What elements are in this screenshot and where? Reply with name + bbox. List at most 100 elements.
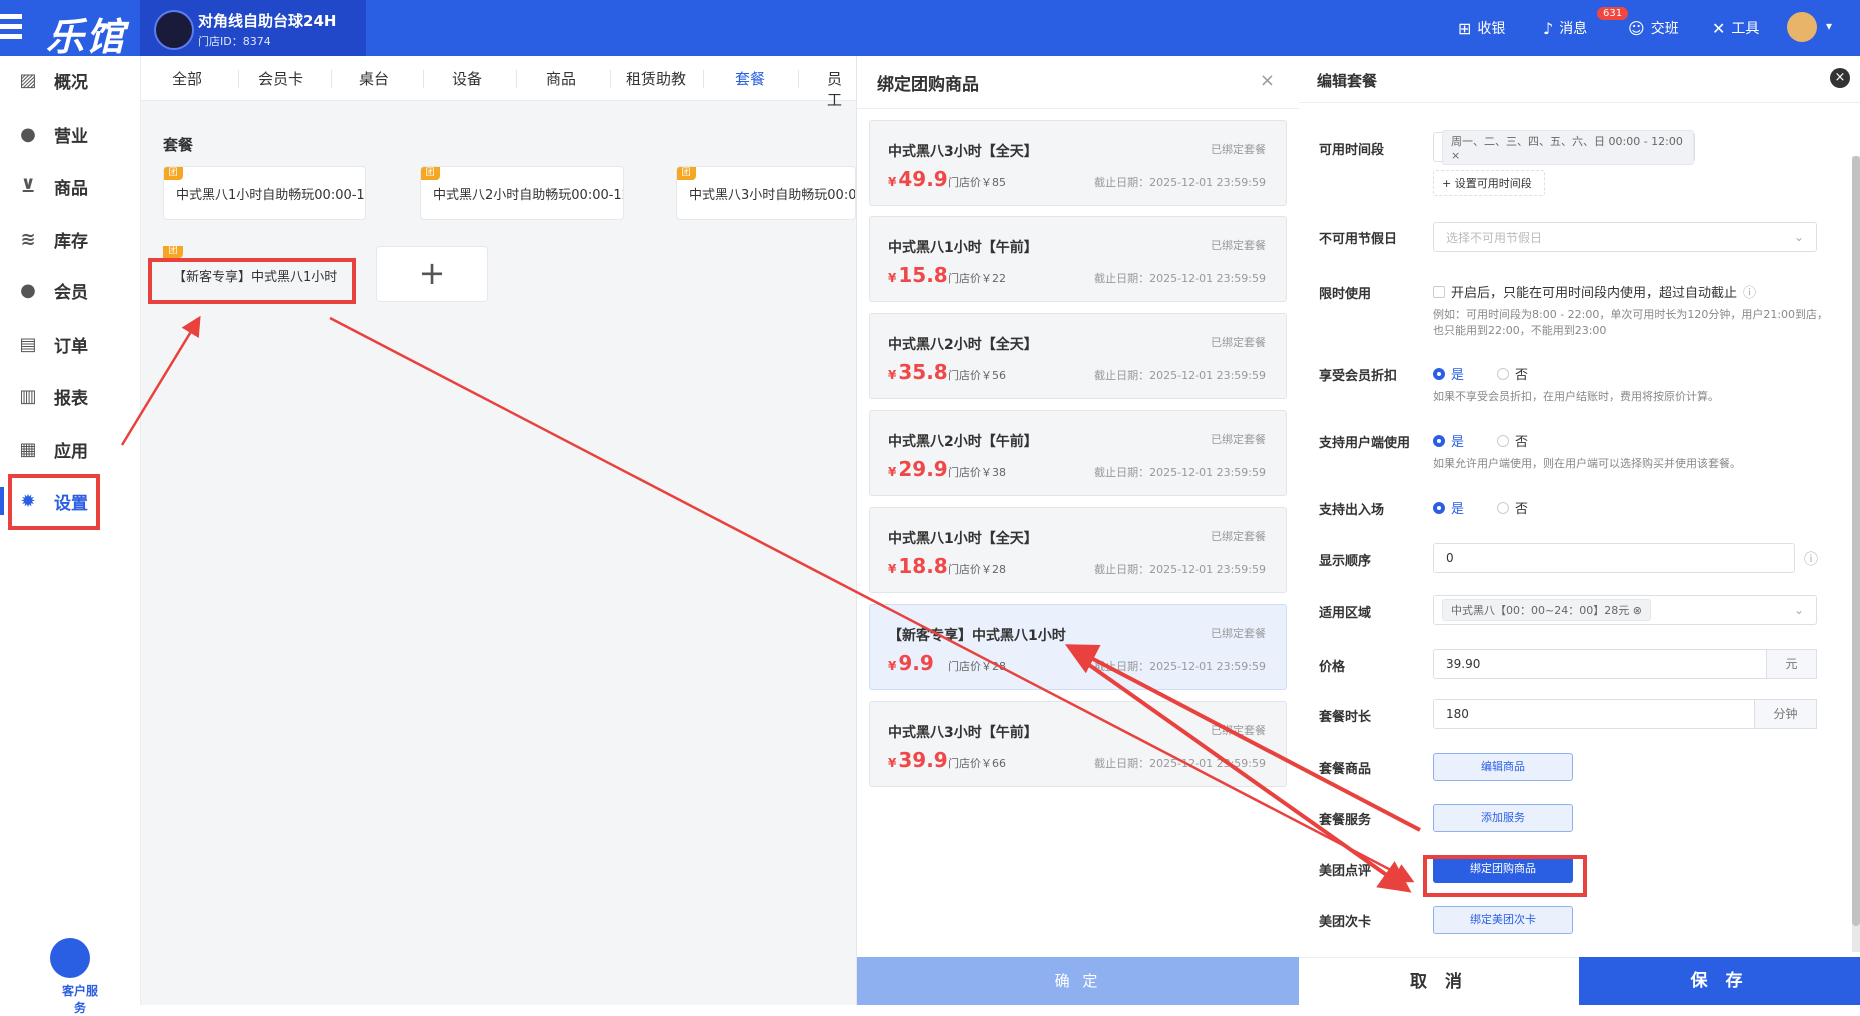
messages-button[interactable]: ♪ 消息	[1543, 18, 1587, 38]
radio[interactable]	[1433, 501, 1445, 514]
area-select[interactable]: 中式黑八【00：00~24：00】28元 ⊗ ⌄	[1433, 595, 1817, 625]
user-side-yes[interactable]: 是	[1433, 431, 1464, 450]
store-price: 门店价￥56	[948, 369, 1006, 382]
handover-icon: ☺	[1628, 18, 1645, 38]
card-name: 中式黑八2小时【全天】	[888, 337, 1038, 353]
time-slot-field[interactable]: 周一、二、三、四、五、六、日 00:00 - 12:00 ×	[1433, 129, 1695, 165]
group-buy-badge: 团	[163, 246, 183, 258]
tools-icon: ✕	[1712, 18, 1726, 38]
tab-devices[interactable]: 设备	[452, 68, 482, 89]
groupbuy-card[interactable]: 中式黑八2小时【全天】 已绑定套餐 ¥35.8 门店价￥56 截止日期：2025…	[869, 313, 1287, 399]
remove-tag-icon[interactable]: ×	[1451, 149, 1460, 162]
save-button[interactable]: 保 存	[1579, 957, 1860, 1005]
package-name: 中式黑八3小时自助畅玩00:00-12:00	[689, 187, 856, 203]
sidebar-item-apps[interactable]: ▦ 应用	[0, 427, 140, 471]
checkbox[interactable]	[1433, 285, 1445, 298]
goods-label: 套餐商品	[1319, 762, 1372, 777]
package-card[interactable]: 团 中式黑八3小时自助畅玩00:00-12:00	[676, 166, 856, 220]
card-name: 中式黑八1小时【午前】	[888, 240, 1038, 256]
sidebar-item-business[interactable]: ● 营业	[0, 112, 140, 156]
money-bag-icon: ●	[20, 123, 36, 145]
sidebar-item-inventory[interactable]: ≋ 库存	[0, 217, 140, 261]
radio[interactable]	[1433, 434, 1445, 447]
bind-groupbuy-panel: 绑定团购商品 × 中式黑八3小时【全天】 已绑定套餐 ¥49.9 门店价￥85 …	[856, 56, 1300, 1005]
add-time-slot-button[interactable]: + 设置可用时间段	[1433, 170, 1545, 196]
groupbuy-card[interactable]: 中式黑八3小时【全天】 已绑定套餐 ¥49.9 门店价￥85 截止日期：2025…	[869, 120, 1287, 206]
edit-goods-button[interactable]: 编辑商品	[1433, 753, 1573, 781]
sidebar-item-reports[interactable]: ▥ 报表	[0, 374, 140, 418]
sidebar-item-goods[interactable]: ⊻ 商品	[0, 164, 140, 208]
tab-rental-coach[interactable]: 租赁助教	[626, 68, 686, 89]
scrollbar[interactable]	[1852, 156, 1860, 952]
package-card[interactable]: 团 中式黑八1小时自助畅玩00:00-12:00	[163, 166, 366, 220]
store-switcher[interactable]: 对角线自助台球24H 门店ID：8374	[140, 0, 366, 56]
bind-meituan-card-button[interactable]: 绑定美团次卡	[1433, 906, 1573, 934]
tab-tables[interactable]: 桌台	[359, 68, 389, 89]
chevron-down-icon[interactable]: ▾	[1826, 19, 1832, 33]
store-price: 门店价￥85	[948, 176, 1006, 189]
app-logo[interactable]: 乐馆	[0, 0, 140, 59]
entry-yes[interactable]: 是	[1433, 498, 1464, 517]
member-discount-yes[interactable]: 是	[1433, 364, 1464, 383]
info-icon[interactable]: ⓘ	[1743, 282, 1756, 301]
divider	[857, 108, 1299, 109]
package-name: 中式黑八1小时自助畅玩00:00-12:00	[176, 187, 365, 203]
radio[interactable]	[1497, 501, 1509, 514]
duration-input[interactable]: 180	[1433, 699, 1755, 729]
info-icon[interactable]: ⓘ	[1804, 549, 1818, 569]
tools-button[interactable]: ✕ 工具	[1712, 18, 1759, 38]
group-buy-badge: 团	[677, 167, 696, 180]
limit-checkbox[interactable]: 开启后，只能在可用时间段内使用，超过自动截止 ⓘ	[1433, 282, 1756, 301]
bound-status: 已绑定套餐	[1211, 627, 1266, 640]
sidebar-item-overview[interactable]: ▨ 概况	[0, 58, 140, 102]
tab-divider	[703, 70, 704, 88]
entry-no[interactable]: 否	[1497, 498, 1528, 517]
sidebar-item-members[interactable]: ● 会员	[0, 268, 140, 312]
tab-goods[interactable]: 商品	[546, 68, 576, 89]
cashier-button[interactable]: ⊞ 收银	[1458, 18, 1505, 38]
deadline: 截止日期：2025-12-01 23:59:59	[1094, 466, 1266, 479]
groupbuy-card[interactable]: 中式黑八3小时【午前】 已绑定套餐 ¥39.9 门店价￥66 截止日期：2025…	[869, 701, 1287, 787]
groupbuy-card[interactable]: 中式黑八2小时【午前】 已绑定套餐 ¥29.9 门店价￥38 截止日期：2025…	[869, 410, 1287, 496]
handover-button[interactable]: ☺ 交班	[1628, 18, 1679, 38]
radio[interactable]	[1433, 367, 1445, 380]
card-price: ¥15.8	[888, 263, 948, 287]
confirm-button[interactable]: 确 定	[857, 957, 1299, 1005]
menu-icon[interactable]	[0, 14, 22, 44]
close-icon[interactable]: ×	[1260, 70, 1275, 91]
remove-tag-icon[interactable]: ⊗	[1633, 604, 1642, 617]
price-input[interactable]: 39.90	[1433, 649, 1767, 679]
tab-staff[interactable]: 员工	[827, 68, 856, 110]
radio[interactable]	[1497, 434, 1509, 447]
deadline: 截止日期：2025-12-01 23:59:59	[1094, 176, 1266, 189]
chevron-down-icon: ⌄	[1793, 230, 1804, 244]
scrollbar-thumb[interactable]	[1852, 156, 1860, 926]
groupbuy-card[interactable]: 中式黑八1小时【午前】 已绑定套餐 ¥15.8 门店价￥22 截止日期：2025…	[869, 216, 1287, 302]
deadline: 截止日期：2025-12-01 23:59:59	[1094, 757, 1266, 770]
card-name: 中式黑八3小时【午前】	[888, 725, 1038, 741]
customer-service-button[interactable]: 客户服务	[40, 938, 100, 1015]
add-package-button[interactable]: +	[376, 246, 488, 302]
bound-status: 已绑定套餐	[1211, 336, 1266, 349]
store-id: 门店ID：8374	[198, 35, 271, 48]
cancel-button[interactable]: 取 消	[1299, 957, 1579, 1006]
deadline: 截止日期：2025-12-01 23:59:59	[1094, 660, 1266, 673]
tab-member-card[interactable]: 会员卡	[258, 68, 303, 89]
groupbuy-card[interactable]: 中式黑八1小时【全天】 已绑定套餐 ¥18.8 门店价￥28 截止日期：2025…	[869, 507, 1287, 593]
user-avatar[interactable]	[1787, 12, 1817, 42]
holiday-select[interactable]: 选择不可用节假日 ⌄	[1433, 222, 1817, 252]
divider	[1299, 102, 1860, 103]
bound-status: 已绑定套餐	[1211, 143, 1266, 156]
tab-all[interactable]: 全部	[172, 68, 202, 89]
package-card[interactable]: 团 中式黑八2小时自助畅玩00:00-12:00	[420, 166, 624, 220]
groupbuy-card-selected[interactable]: 【新客专享】中式黑八1小时 已绑定套餐 ¥9.9 门店价￥28 截止日期：202…	[869, 604, 1287, 690]
tab-packages[interactable]: 套餐	[735, 68, 765, 89]
close-icon[interactable]: ×	[1830, 68, 1850, 88]
user-side-no[interactable]: 否	[1497, 431, 1528, 450]
add-service-button[interactable]: 添加服务	[1433, 804, 1573, 832]
sidebar-item-orders[interactable]: ▤ 订单	[0, 322, 140, 366]
member-discount-no[interactable]: 否	[1497, 364, 1528, 383]
order-input[interactable]: 0	[1433, 543, 1795, 573]
meituan-review-label: 美团点评	[1319, 864, 1372, 879]
radio[interactable]	[1497, 367, 1509, 380]
